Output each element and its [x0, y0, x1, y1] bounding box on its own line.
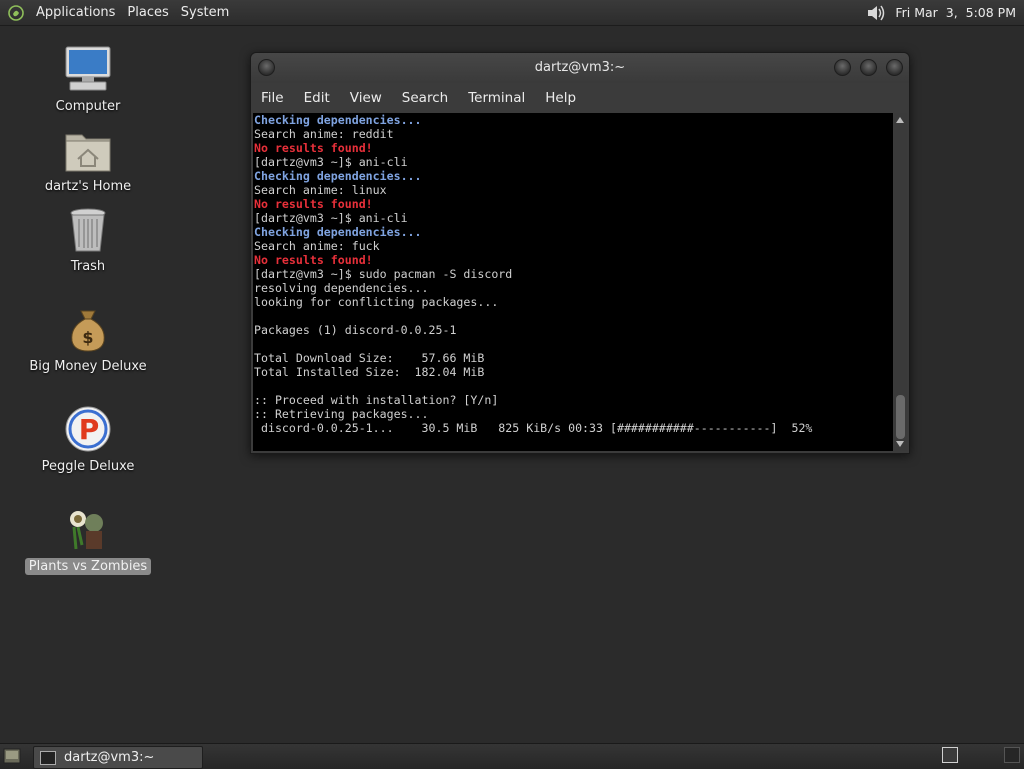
peggle-icon: P [65, 406, 111, 452]
terminal-line: No results found! [254, 197, 373, 211]
desktop-icon-label: Plants vs Zombies [24, 558, 152, 575]
menu-edit[interactable]: Edit [294, 90, 340, 106]
terminal-line: Total Download Size: 57.66 MiB [254, 351, 485, 365]
minimize-icon[interactable] [834, 59, 851, 76]
taskbar-window-button[interactable]: dartz@vm3:~ [33, 746, 203, 769]
maximize-icon[interactable] [860, 59, 877, 76]
menu-file[interactable]: File [251, 90, 294, 106]
menu-system[interactable]: System [175, 5, 235, 20]
scroll-down-arrow-icon[interactable] [896, 441, 904, 447]
desktop-icon-label: Peggle Deluxe [41, 459, 135, 474]
computer-icon [65, 46, 111, 91]
desktop-icon-label: Big Money Deluxe [29, 359, 147, 374]
terminal-line: [dartz@vm3 ~]$ ani-cli [254, 155, 408, 169]
terminal-line: Search anime: linux [254, 183, 387, 197]
terminal-line: resolving dependencies... [254, 281, 429, 295]
terminal-menubar: File Edit View Search Terminal Help [251, 85, 909, 111]
show-desktop-icon[interactable] [3, 748, 21, 764]
menu-view[interactable]: View [340, 90, 392, 106]
money-bag-icon: $ [71, 310, 105, 352]
terminal-line: Checking dependencies... [254, 113, 422, 127]
terminal-line: Total Installed Size: 182.04 MiB [254, 365, 485, 379]
terminal-line: [dartz@vm3 ~]$ ani-cli [254, 211, 408, 225]
window-titlebar[interactable]: dartz@vm3:~ [251, 53, 909, 83]
desktop-icon-label: dartz's Home [44, 179, 132, 194]
terminal-window[interactable]: dartz@vm3:~ File Edit View Search Termin… [250, 52, 910, 454]
close-icon[interactable] [886, 59, 903, 76]
desktop-icon-home[interactable]: dartz's Home [23, 125, 153, 195]
terminal-line: Search anime: reddit [254, 127, 394, 141]
terminal-scrollbar[interactable] [894, 113, 907, 451]
desktop-icon-computer[interactable]: Computer [23, 45, 153, 115]
terminal-line: discord-0.0.25-1... 30.5 MiB 825 KiB/s 0… [254, 421, 813, 435]
menu-search[interactable]: Search [392, 90, 458, 106]
terminal-line: No results found! [254, 253, 373, 267]
clock[interactable]: Fri Mar 3, 5:08 PM [895, 5, 1016, 20]
menu-terminal[interactable]: Terminal [458, 90, 535, 106]
desktop-icon-label: Computer [55, 99, 121, 114]
desktop-icon-trash[interactable]: Trash [23, 205, 153, 275]
terminal-line: looking for conflicting packages... [254, 295, 499, 309]
taskbar-window-label: dartz@vm3:~ [64, 750, 155, 765]
desktop-icon-label: Trash [70, 259, 106, 274]
terminal-output[interactable]: Checking dependencies... Search anime: re… [253, 113, 893, 451]
home-folder-icon [65, 134, 111, 172]
menu-places[interactable]: Places [121, 5, 174, 20]
speaker-icon[interactable] [865, 3, 887, 23]
menu-applications[interactable]: Applications [30, 5, 121, 20]
menu-help[interactable]: Help [535, 90, 586, 106]
terminal-line: Search anime: fuck [254, 239, 380, 253]
terminal-line: [dartz@vm3 ~]$ sudo pacman -S discord [254, 267, 513, 281]
terminal-line: Checking dependencies... [254, 169, 422, 183]
trash-icon [70, 208, 106, 252]
terminal-line: :: Proceed with installation? [Y/n] [254, 393, 499, 407]
bottom-panel: dartz@vm3:~ [0, 743, 1024, 769]
gnome-foot-icon[interactable] [8, 4, 24, 21]
desktop-icon-big-money[interactable]: $ Big Money Deluxe [23, 305, 153, 375]
terminal-icon [40, 750, 56, 765]
svg-text:$: $ [82, 328, 93, 347]
terminal-line: Packages (1) discord-0.0.25-1 [254, 323, 457, 337]
svg-text:P: P [79, 413, 100, 446]
scrollbar-thumb[interactable] [896, 395, 905, 439]
scroll-up-arrow-icon[interactable] [896, 117, 904, 123]
plants-vs-zombies-icon [70, 511, 103, 550]
terminal-line: Checking dependencies... [254, 225, 422, 239]
desktop-icon-plants-vs-zombies[interactable]: Plants vs Zombies [23, 505, 153, 575]
desktop-icon-peggle[interactable]: P Peggle Deluxe [23, 405, 153, 475]
terminal-line: No results found! [254, 141, 373, 155]
terminal-line: :: Retrieving packages... [254, 407, 429, 421]
workspace-2[interactable] [1004, 747, 1020, 763]
workspace-1[interactable] [942, 747, 958, 763]
window-title: dartz@vm3:~ [534, 60, 626, 75]
top-panel: Applications Places System Fri Mar 3, 5:… [0, 0, 1024, 26]
